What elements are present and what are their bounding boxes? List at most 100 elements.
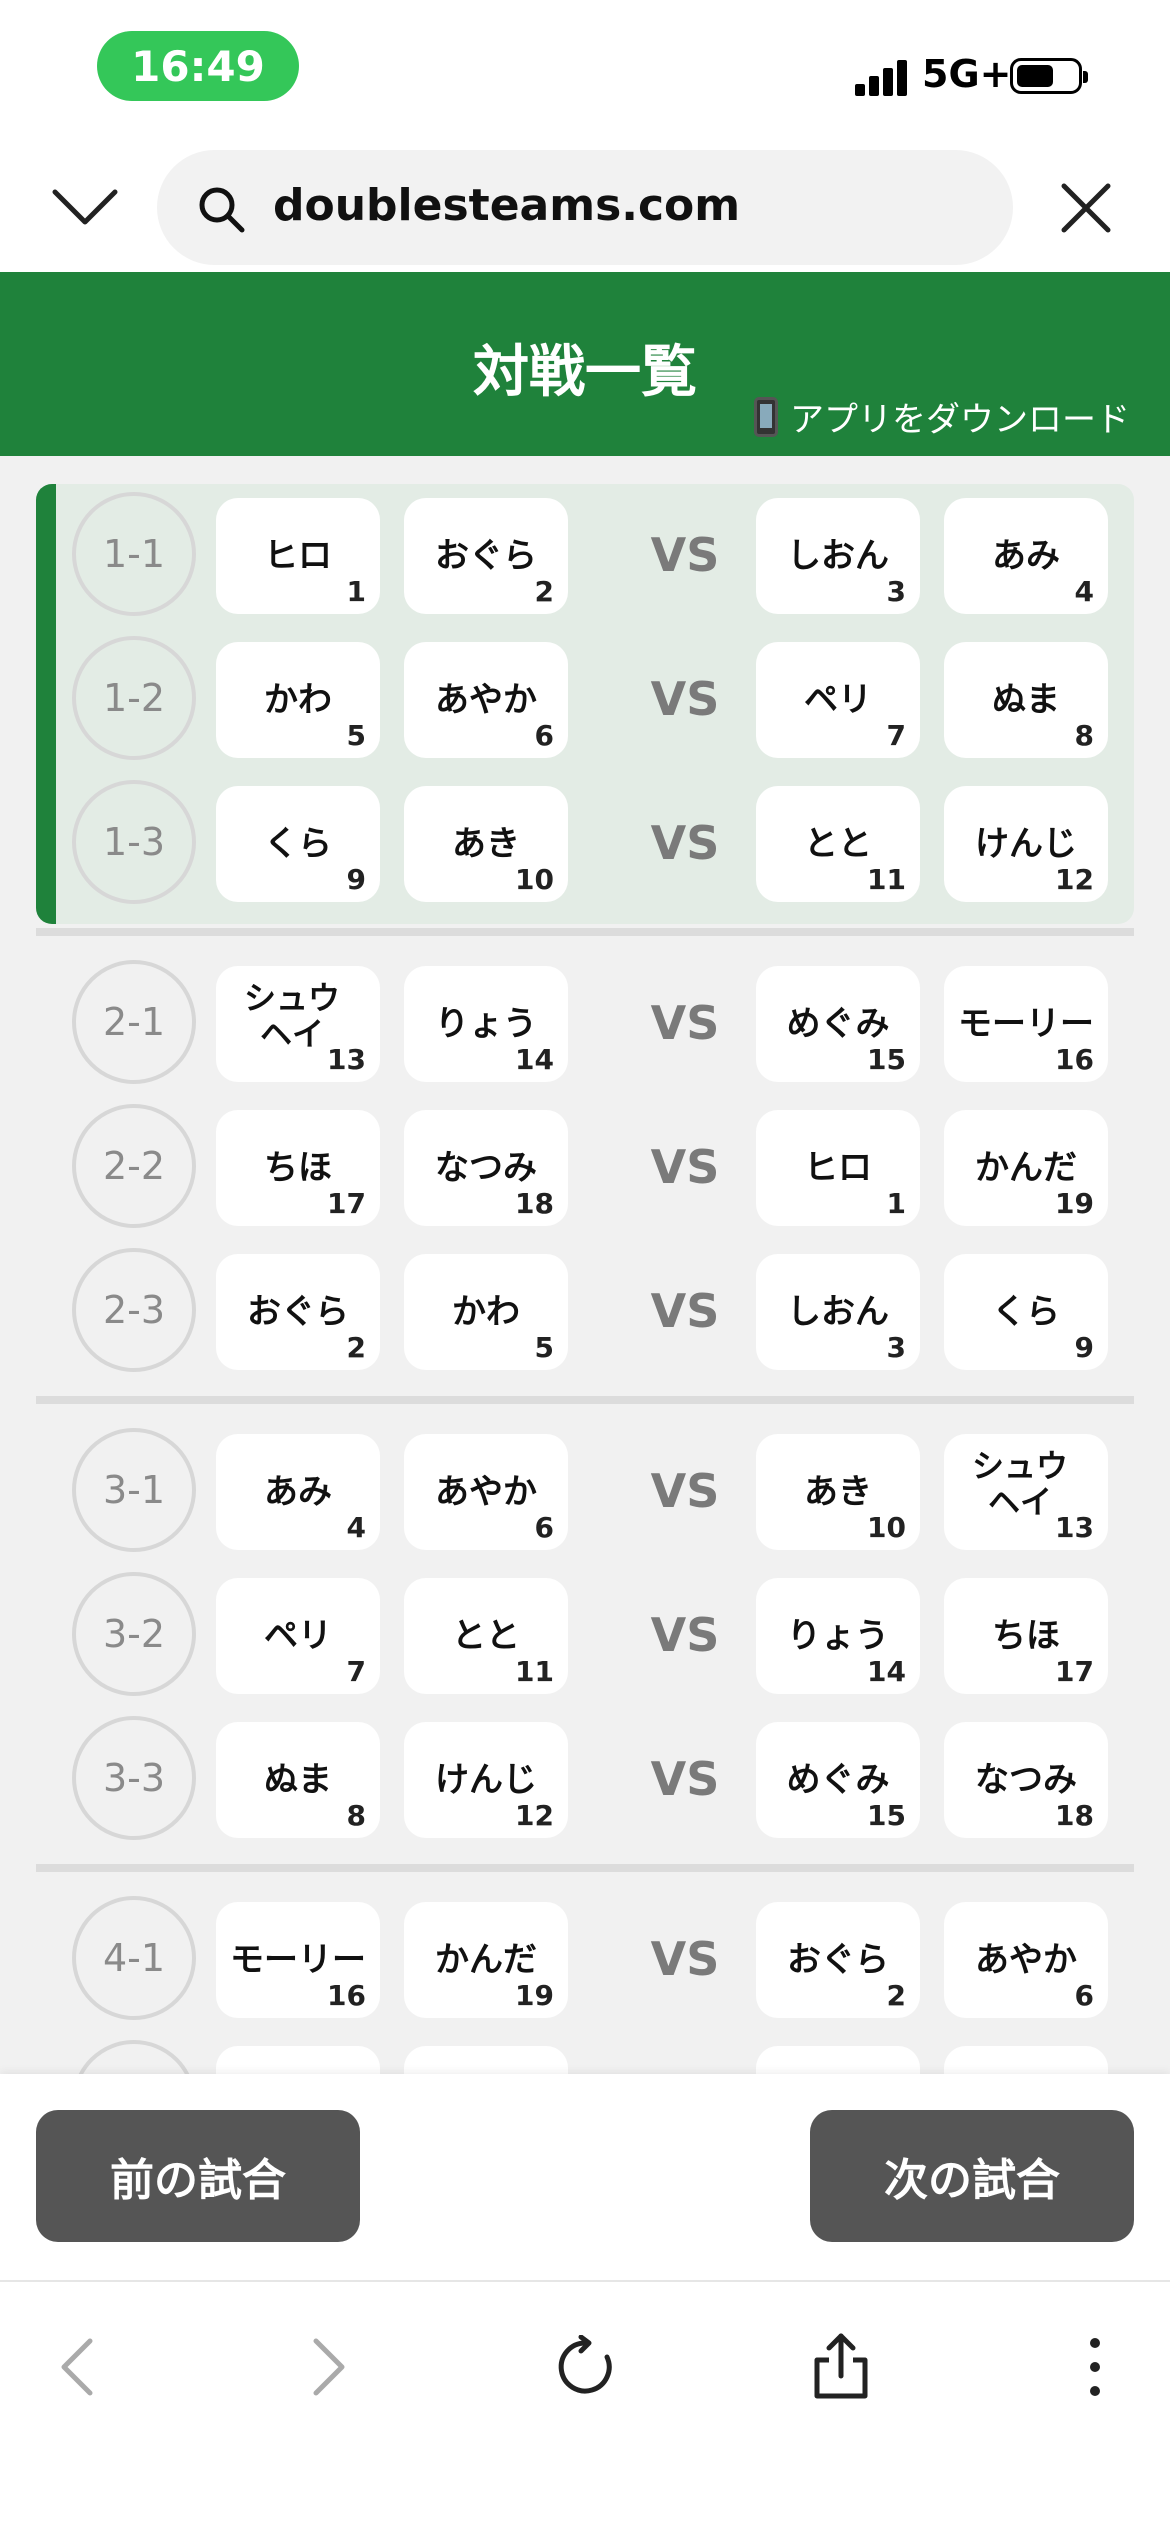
match-row[interactable]: 4-1 モーリー 16 かんだ 19 おぐら 2 あやか 6 VS: [36, 1892, 1134, 2026]
match-row[interactable]: 1-2 かわ 5 あやか 6 ペリ 7 ぬま 8 VS: [36, 632, 1134, 766]
vs-label: VS: [650, 672, 720, 726]
player-number: 11: [867, 863, 906, 896]
player-name: ヒロ: [216, 2046, 380, 2074]
player-card: ちほ 17: [944, 1578, 1108, 1694]
player-number: 12: [1055, 863, 1094, 896]
prev-match-button[interactable]: 前の試合: [36, 2110, 360, 2242]
player-card: とと 11: [756, 786, 920, 902]
player-number: 12: [515, 1799, 554, 1832]
close-icon[interactable]: [1058, 180, 1114, 236]
status-time: 16:49: [97, 31, 299, 101]
match-number: 1-3: [72, 780, 196, 904]
player-card: あやか 6: [944, 1902, 1108, 2018]
round-block: 3-1 あみ 4 あやか 6 あき 10 シュウ ヘイ 13 VS 3-2 ペリ 7 とと 11 りょう 14 ちほ…: [36, 1420, 1134, 1860]
player-card: ヒロ: [216, 2046, 380, 2074]
player-card: あみ 4: [216, 1434, 380, 1550]
player-card: ペリ 7: [216, 1578, 380, 1694]
match-number: 4-1: [72, 1896, 196, 2020]
vs-label: VS: [650, 1608, 720, 1662]
player-number: 8: [1074, 719, 1094, 752]
status-bar: 16:49 5G+: [0, 0, 1170, 135]
vs-label: VS: [650, 1752, 720, 1806]
match-number: 2-1: [72, 960, 196, 1084]
player-card: あき 10: [756, 1434, 920, 1550]
player-card: あき: [756, 2046, 920, 2074]
match-number: 2-3: [72, 1248, 196, 1372]
match-number: 3-2: [72, 1572, 196, 1696]
player-number: 17: [1055, 1655, 1094, 1688]
player-number: 14: [867, 1655, 906, 1688]
match-row[interactable]: 4-2ヒロかわあきりょうVS: [36, 2036, 1134, 2074]
browser-toolbar: [0, 2280, 1170, 2532]
forward-icon[interactable]: [284, 2322, 374, 2412]
match-row[interactable]: 1-1 ヒロ 1 おぐら 2 しおん 3 あみ 4 VS: [36, 488, 1134, 622]
match-row[interactable]: 1-3 くら 9 あき 10 とと 11 けんじ 12 VS: [36, 776, 1134, 910]
url-text: doublesteams.com: [273, 180, 741, 231]
player-card: かわ 5: [216, 642, 380, 758]
player-card: モーリー 16: [944, 966, 1108, 1082]
player-card: かわ: [404, 2046, 568, 2074]
round-divider: [36, 928, 1134, 936]
network-label: 5G+: [922, 52, 1012, 96]
back-icon[interactable]: [32, 2322, 122, 2412]
app-download-link[interactable]: アプリをダウンロード: [754, 392, 1130, 441]
player-card: シュウ ヘイ 13: [944, 1434, 1108, 1550]
player-card: とと 11: [404, 1578, 568, 1694]
match-row[interactable]: 2-3 おぐら 2 かわ 5 しおん 3 くら 9 VS: [36, 1244, 1134, 1378]
next-match-button[interactable]: 次の試合: [810, 2110, 1134, 2242]
player-number: 3: [886, 575, 906, 608]
player-number: 8: [346, 1799, 366, 1832]
player-number: 11: [515, 1655, 554, 1688]
vs-label: VS: [650, 1140, 720, 1194]
match-row[interactable]: 2-1 シュウ ヘイ 13 りょう 14 めぐみ 15 モーリー 16 VS: [36, 956, 1134, 1090]
player-card: かんだ 19: [404, 1902, 568, 2018]
player-number: 4: [346, 1511, 366, 1544]
round-block: 4-1モーリー16かんだ19 おぐら2あやか6 VS 4-2 ヒロかわ あきりょう VS: [36, 1888, 1134, 2074]
share-icon[interactable]: [796, 2322, 886, 2412]
player-number: 14: [515, 1043, 554, 1076]
player-number: 15: [867, 1799, 906, 1832]
player-name: あき: [756, 2046, 920, 2074]
player-card: めぐみ 15: [756, 966, 920, 1082]
player-number: 13: [1055, 1511, 1094, 1544]
player-card: あみ 4: [944, 498, 1108, 614]
match-row[interactable]: 3-1 あみ 4 あやか 6 あき 10 シュウ ヘイ 13 VS: [36, 1424, 1134, 1558]
chevron-down-icon[interactable]: [50, 180, 120, 235]
player-number: 19: [515, 1979, 554, 2012]
player-number: 1: [346, 575, 366, 608]
player-card: くら 9: [944, 1254, 1108, 1370]
round-divider: [36, 1396, 1134, 1404]
signal-icon: [855, 58, 915, 96]
vs-label: VS: [650, 528, 720, 582]
match-number: 3-1: [72, 1428, 196, 1552]
player-number: 1: [886, 1187, 906, 1220]
match-row[interactable]: 3-2 ペリ 7 とと 11 りょう 14 ちほ 17 VS: [36, 1568, 1134, 1702]
player-card: おぐら 2: [404, 498, 568, 614]
vs-label: VS: [650, 1932, 720, 1986]
player-number: 13: [327, 1043, 366, 1076]
player-card: ぬま 8: [944, 642, 1108, 758]
player-number: 5: [534, 1331, 554, 1364]
round-block: 1-1 ヒロ 1 おぐら 2 しおん 3 あみ 4 VS 1-2 かわ 5 あやか 6 ペリ 7 ぬま 8 VS 1-3…: [36, 484, 1134, 924]
player-card: ヒロ 1: [216, 498, 380, 614]
player-card: なつみ 18: [944, 1722, 1108, 1838]
player-name: りょう: [944, 2046, 1108, 2074]
match-row[interactable]: 2-2 ちほ 17 なつみ 18 ヒロ 1 かんだ 19 VS: [36, 1100, 1134, 1234]
player-card: りょう: [944, 2046, 1108, 2074]
vs-label: VS: [650, 1284, 720, 1338]
player-name: かわ: [404, 2046, 568, 2074]
player-number: 16: [327, 1979, 366, 2012]
reload-icon[interactable]: [540, 2322, 630, 2412]
player-card: ぬま 8: [216, 1722, 380, 1838]
player-card: かわ 5: [404, 1254, 568, 1370]
url-field[interactable]: doublesteams.com: [157, 150, 1013, 265]
match-row[interactable]: 3-3 ぬま 8 けんじ 12 めぐみ 15 なつみ 18 VS: [36, 1712, 1134, 1846]
player-number: 6: [1074, 1979, 1094, 2012]
player-number: 5: [346, 719, 366, 752]
more-icon[interactable]: [1050, 2322, 1140, 2412]
player-card: けんじ 12: [404, 1722, 568, 1838]
player-card: くら 9: [216, 786, 380, 902]
match-list[interactable]: 1-1 ヒロ 1 おぐら 2 しおん 3 あみ 4 VS 1-2 かわ 5 あやか 6 ペリ 7 ぬま 8 VS 1-3…: [0, 456, 1170, 2074]
player-card: おぐら 2: [756, 1902, 920, 2018]
player-card: シュウ ヘイ 13: [216, 966, 380, 1082]
